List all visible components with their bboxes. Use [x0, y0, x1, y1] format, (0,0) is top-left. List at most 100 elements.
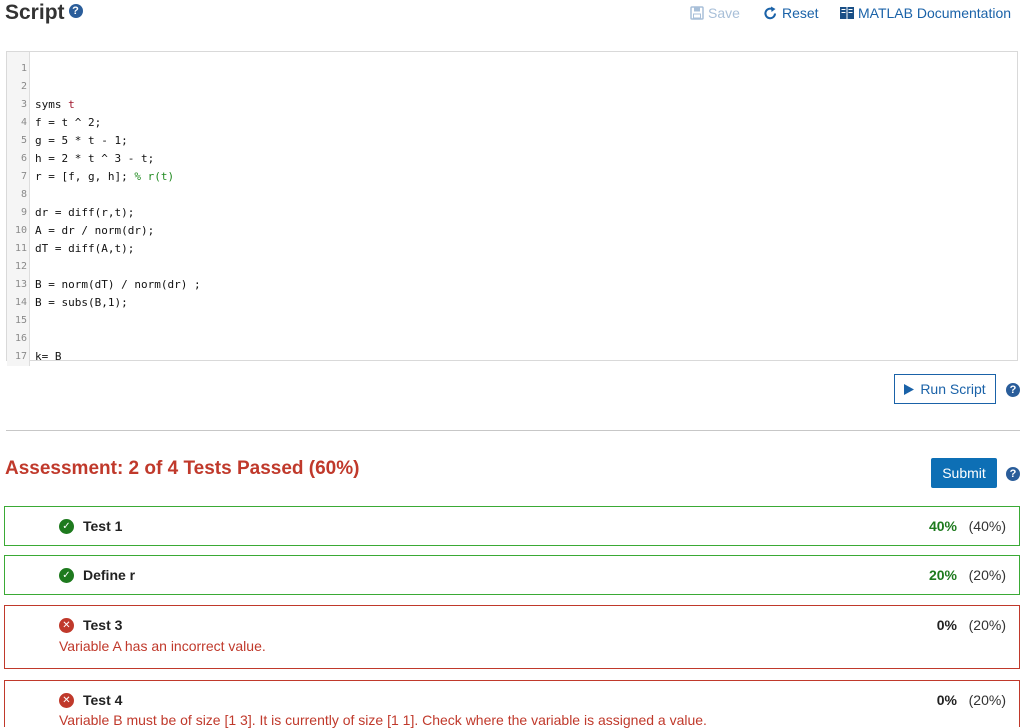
line-number: 17 — [7, 348, 30, 366]
code-line[interactable]: 2 — [7, 78, 1017, 96]
section-divider — [6, 430, 1020, 431]
test-item-test-4[interactable]: ✕ Test 4 0% (20%) Variable B must be of … — [4, 680, 1020, 728]
test-score: 0% — [936, 617, 957, 633]
save-button[interactable]: Save — [690, 4, 740, 22]
code-text: syms t — [35, 96, 75, 114]
line-number: 11 — [7, 240, 30, 258]
test-name: Test 3 — [83, 617, 123, 633]
reset-button[interactable]: Reset — [763, 4, 819, 22]
code-line[interactable]: 5 g = 5 * t - 1; — [7, 132, 1017, 150]
code-statement: f = t ^ 2; — [35, 116, 102, 129]
page-title: Script? — [5, 0, 83, 26]
test-weight: (20%) — [968, 567, 1006, 583]
line-number: 9 — [7, 204, 30, 222]
test-name: Define r — [83, 567, 136, 583]
save-icon — [690, 6, 704, 20]
code-line[interactable]: 11 dT = diff(A,t); — [7, 240, 1017, 258]
code-statement: k= B — [35, 350, 62, 363]
line-number: 7 — [7, 168, 30, 186]
code-statement: g = 5 * t - 1; — [35, 134, 128, 147]
code-statement: A = dr / norm(dr); — [35, 224, 155, 237]
code-line[interactable]: 4 f = t ^ 2; — [7, 114, 1017, 132]
line-number: 8 — [7, 186, 30, 204]
code-text: r = [f, g, h]; % r(t) — [35, 168, 174, 186]
code-statement: syms t — [35, 98, 75, 111]
test-name: Test 1 — [83, 518, 123, 534]
reset-icon — [764, 6, 776, 19]
code-line[interactable]: 12 — [7, 258, 1017, 276]
code-text: B = subs(B,1); — [35, 294, 128, 312]
code-statement: dT = diff(A,t); — [35, 242, 135, 255]
code-statement: B = subs(B,1); — [35, 296, 128, 309]
code-line[interactable]: 17 k= B — [7, 348, 1017, 366]
line-number: 10 — [7, 222, 30, 240]
code-line[interactable]: 9 dr = diff(r,t); — [7, 204, 1017, 222]
error-icon: ✕ — [59, 618, 74, 633]
test-score: 40% — [928, 518, 957, 534]
line-number: 15 — [7, 312, 30, 330]
code-text: dr = diff(r,t); — [35, 204, 134, 222]
code-editor[interactable]: 1 2 3 syms t4f = t ^ 2; 5 g = 5 * t - 1; 6 h = … — [6, 51, 1018, 366]
code-line[interactable]: 8 — [7, 186, 1017, 204]
code-text: B = norm(dT) / norm(dr) ; — [35, 276, 201, 294]
code-line[interactable]: 10 A = dr / norm(dr); — [7, 222, 1017, 240]
help-icon[interactable]: ? — [68, 4, 83, 19]
code-comment: % r(t) — [134, 170, 175, 183]
code-statement: h = 2 * t ^ 3 - t; — [35, 152, 155, 165]
test-weight: (20%) — [968, 617, 1006, 633]
test-weight: (40%) — [968, 518, 1006, 534]
line-number: 3 — [7, 96, 30, 114]
line-number: 4 — [7, 114, 30, 132]
code-text: k= B — [35, 348, 62, 366]
error-icon: ✕ — [59, 693, 74, 708]
page-title-text: Script — [5, 1, 65, 24]
code-text: g = 5 * t - 1; — [35, 132, 128, 150]
run-script-button[interactable]: Run Script — [894, 374, 996, 404]
code-line[interactable]: 3 syms t — [7, 96, 1017, 114]
test-score: 0% — [936, 692, 957, 708]
assessment-title: Assessment: 2 of 4 Tests Passed (60%) — [5, 458, 360, 479]
code-text: h = 2 * t ^ 3 - t; — [35, 150, 154, 168]
test-item-test-1[interactable]: ✓ Test 1 40% (40%) — [4, 506, 1020, 546]
run-help-icon[interactable]: ? — [1006, 383, 1020, 397]
code-line[interactable]: 7 r = [f, g, h]; % r(t) — [7, 168, 1017, 186]
line-number: 1 — [7, 60, 30, 78]
code-line[interactable]: 6 h = 2 * t ^ 3 - t; — [7, 150, 1017, 168]
line-number: 13 — [7, 276, 30, 294]
run-script-label: Run Script — [920, 381, 986, 397]
reset-label: Reset — [782, 5, 819, 21]
check-icon: ✓ — [59, 519, 74, 534]
code-line[interactable]: 13 B = norm(dT) / norm(dr) ; — [7, 276, 1017, 294]
code-line[interactable]: 14 B = subs(B,1); — [7, 294, 1017, 312]
line-number: 2 — [7, 78, 30, 96]
submit-help-icon[interactable]: ? — [1006, 467, 1020, 481]
book-icon — [840, 7, 854, 19]
line-number: 5 — [7, 132, 30, 150]
test-item-test-3[interactable]: ✕ Test 3 0% (20%) Variable A has an inco… — [4, 605, 1020, 669]
test-score: 20% — [928, 567, 957, 583]
play-icon — [904, 383, 915, 395]
test-weight: (20%) — [968, 692, 1006, 708]
code-statement: r = [f, g, h]; — [35, 170, 135, 183]
save-label: Save — [708, 5, 740, 21]
submit-button[interactable]: Submit — [931, 458, 997, 488]
test-message: Variable A has an incorrect value. — [59, 638, 266, 654]
code-line[interactable]: 16 — [7, 330, 1017, 348]
test-name: Test 4 — [83, 692, 123, 708]
line-number: 6 — [7, 150, 30, 168]
line-number: 16 — [7, 330, 30, 348]
code-text: A = dr / norm(dr); — [35, 222, 154, 240]
code-statement: B = norm(dT) / norm(dr) ; — [35, 278, 201, 291]
matlab-documentation-link[interactable]: MATLAB Documentation — [840, 4, 1011, 22]
code-text: dT = diff(A,t); — [35, 240, 134, 258]
check-icon: ✓ — [59, 568, 74, 583]
code-text: f = t ^ 2; — [35, 114, 101, 132]
line-number: 12 — [7, 258, 30, 276]
test-message: Variable B must be of size [1 3]. It is … — [59, 712, 707, 728]
test-item-define-r[interactable]: ✓ Define r 20% (20%) — [4, 555, 1020, 595]
code-line[interactable]: 1 — [7, 60, 1017, 78]
docs-label: MATLAB Documentation — [858, 5, 1012, 21]
code-line[interactable]: 15 — [7, 312, 1017, 330]
code-statement: dr = diff(r,t); — [35, 206, 135, 219]
line-number: 14 — [7, 294, 30, 312]
